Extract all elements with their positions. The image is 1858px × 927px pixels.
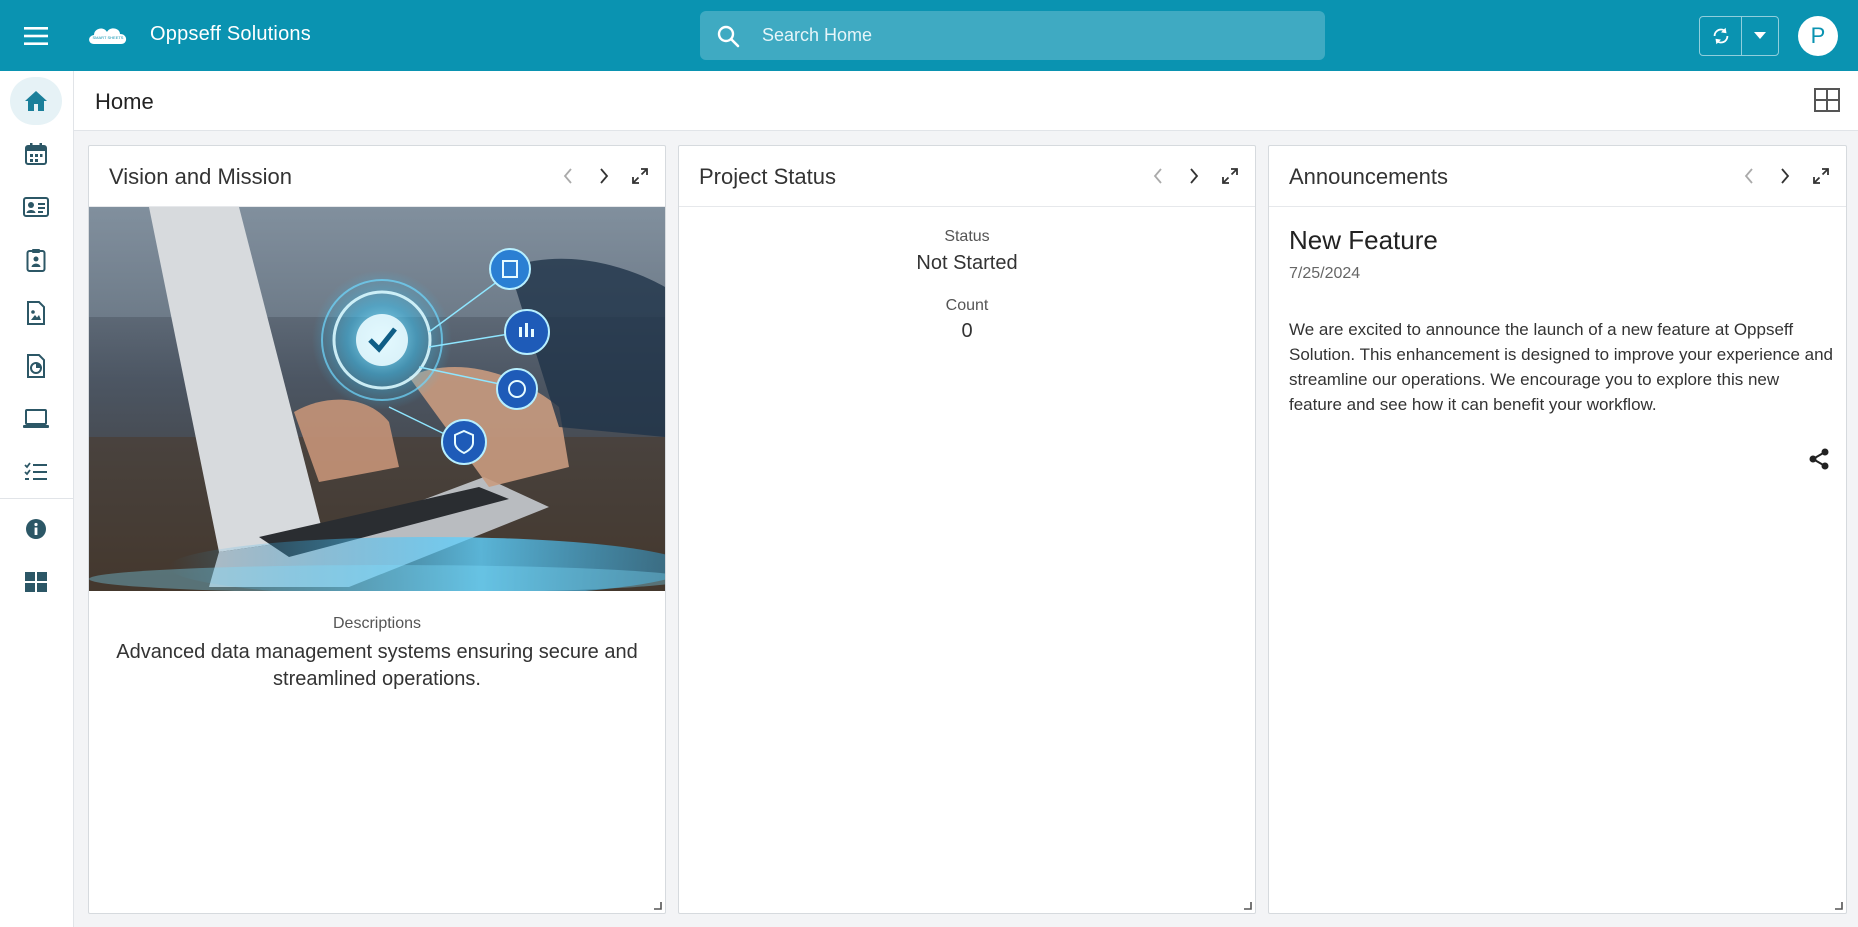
sidebar-item-clipboard[interactable] (10, 236, 62, 284)
status-value: Not Started (916, 252, 1018, 274)
share-button[interactable] (1808, 448, 1832, 472)
announcements-card: Announcements New Feature 7/25/2024 We a… (1268, 145, 1847, 914)
caret-down-icon (1754, 32, 1766, 39)
previous-button[interactable] (555, 162, 581, 190)
description-text: Advanced data management systems ensurin… (116, 641, 638, 690)
sidebar-item-contacts[interactable] (10, 183, 62, 231)
next-button[interactable] (1181, 162, 1207, 190)
card-header: Announcements (1269, 146, 1846, 207)
share-icon (1809, 448, 1829, 470)
svg-text:SMART SHEETS: SMART SHEETS (93, 35, 124, 40)
expand-button[interactable] (1808, 162, 1834, 190)
sync-options-dropdown[interactable] (1742, 17, 1778, 55)
search-input[interactable] (762, 11, 1302, 60)
count-value: 0 (961, 320, 973, 342)
dashboard-icon (25, 572, 47, 592)
user-avatar[interactable]: P (1798, 16, 1838, 56)
sync-button[interactable] (1700, 17, 1742, 55)
sidebar-item-image-document[interactable] (10, 289, 62, 337)
company-logo: SMART SHEETS (86, 22, 130, 50)
announcement-body: We are excited to announce the launch of… (1289, 320, 1834, 414)
announcement-title: New Feature (1289, 225, 1438, 255)
page-header: Home (74, 71, 1858, 131)
search-bar (700, 11, 1325, 60)
project-status-card: Project Status Status Not Started Count … (678, 145, 1256, 914)
previous-button[interactable] (1145, 162, 1171, 190)
expand-icon (1222, 168, 1238, 184)
expand-button[interactable] (627, 162, 653, 190)
resize-handle-icon[interactable] (1242, 900, 1252, 910)
card-title: Project Status (699, 164, 836, 189)
expand-icon (1813, 168, 1829, 184)
sidebar-item-tasks[interactable] (10, 448, 62, 496)
home-icon (25, 91, 47, 111)
chevron-left-icon (1153, 168, 1162, 184)
sync-icon (1713, 27, 1728, 45)
next-button[interactable] (591, 162, 617, 190)
expand-icon (632, 168, 648, 184)
description-label: Descriptions (332, 615, 422, 632)
hamburger-menu-button[interactable] (18, 20, 54, 52)
sidebar-divider (0, 498, 74, 499)
contact-card-icon (23, 197, 49, 217)
checklist-icon (24, 462, 47, 480)
chevron-right-icon (1781, 168, 1790, 184)
vision-mission-card: Vision and Mission Descriptions Advanced… (88, 145, 666, 914)
chevron-right-icon (1190, 168, 1199, 184)
sidebar-item-home[interactable] (10, 77, 62, 125)
search-icon (717, 25, 740, 48)
page-title: Home (95, 89, 154, 114)
sidebar (0, 71, 74, 927)
laptop-icon (23, 409, 49, 428)
chevron-right-icon (600, 168, 609, 184)
card-title: Announcements (1289, 164, 1448, 189)
sync-button-group (1699, 16, 1779, 56)
image-document-icon (27, 301, 45, 325)
app-title: Oppseff Solutions (150, 23, 311, 45)
card-title: Vision and Mission (109, 164, 293, 189)
sidebar-item-info[interactable] (10, 505, 62, 553)
report-document-icon (27, 354, 45, 378)
sidebar-item-devices[interactable] (10, 395, 62, 443)
sidebar-item-reports[interactable] (10, 342, 62, 390)
chevron-left-icon (1744, 168, 1753, 184)
top-bar: SMART SHEETS Oppseff Solutions P (0, 0, 1858, 71)
sidebar-item-calendar[interactable] (10, 130, 62, 178)
resize-handle-icon[interactable] (1833, 900, 1843, 910)
next-button[interactable] (1772, 162, 1798, 190)
calendar-icon (25, 143, 47, 165)
vision-hero-image (89, 207, 665, 591)
resize-handle-icon[interactable] (652, 900, 662, 910)
grid-layout-icon (1814, 88, 1840, 112)
info-icon (26, 519, 46, 539)
count-label: Count (945, 297, 989, 314)
hamburger-icon (24, 27, 48, 45)
clipboard-icon (26, 249, 46, 272)
expand-button[interactable] (1217, 162, 1243, 190)
previous-button[interactable] (1736, 162, 1762, 190)
card-header: Project Status (679, 146, 1255, 207)
announcement-date: 7/25/2024 (1289, 265, 1361, 282)
card-header: Vision and Mission (89, 146, 665, 207)
layout-toggle-button[interactable] (1814, 88, 1842, 116)
sidebar-item-dashboard[interactable] (10, 558, 62, 606)
chevron-left-icon (563, 168, 572, 184)
status-label: Status (944, 228, 990, 245)
